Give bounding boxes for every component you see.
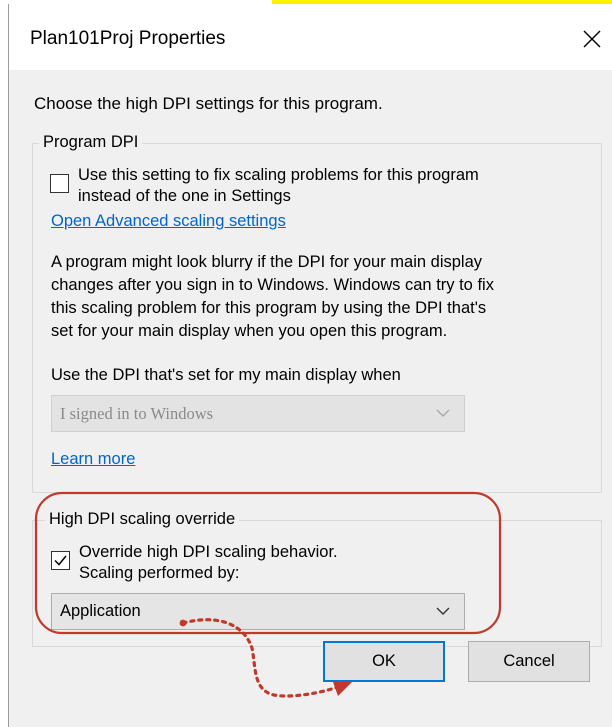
main-display-when-value: I signed in to Windows <box>60 404 214 423</box>
learn-more-link[interactable]: Learn more <box>51 450 135 469</box>
ok-button[interactable]: OK <box>323 641 445 682</box>
window-title: Plan101Proj Properties <box>30 28 226 49</box>
scaling-performed-by-select[interactable]: Application <box>51 593 465 630</box>
main-display-when-select[interactable]: I signed in to Windows <box>51 395 465 432</box>
program-dpi-legend: Program DPI <box>39 133 143 152</box>
override-checkbox[interactable] <box>51 551 70 570</box>
title-bar: Plan101Proj Properties <box>9 4 612 70</box>
dpi-explanation-line: set for your main display when you open … <box>51 322 448 340</box>
dpi-explanation-line: A program might look blurry if the DPI f… <box>51 253 483 271</box>
override-label-line2: Scaling performed by: <box>79 564 240 582</box>
fix-scaling-label-line1: Use this setting to fix scaling problems… <box>78 166 479 184</box>
dpi-explanation-line: this scaling problem for this program by… <box>51 299 487 317</box>
main-display-when-label: Use the DPI that's set for my main displ… <box>51 366 401 384</box>
close-icon <box>583 30 601 48</box>
checkmark-icon <box>54 555 67 566</box>
close-button[interactable] <box>575 22 609 56</box>
properties-dialog: Plan101Proj Properties Choose the high D… <box>8 4 612 727</box>
scaling-performed-by-value: Application <box>60 602 141 620</box>
advanced-scaling-link[interactable]: Open Advanced scaling settings <box>51 212 286 231</box>
override-legend: High DPI scaling override <box>45 510 240 529</box>
chevron-down-icon <box>436 607 450 615</box>
chevron-down-icon <box>436 409 450 417</box>
override-label-line1: Override high DPI scaling behavior. <box>79 543 338 561</box>
cancel-button[interactable]: Cancel <box>468 641 590 682</box>
intro-text: Choose the high DPI settings for this pr… <box>34 94 383 113</box>
fix-scaling-label-line2: instead of the one in Settings <box>78 187 291 205</box>
fix-scaling-checkbox[interactable] <box>50 174 69 193</box>
dpi-explanation-line: changes after you sign in to Windows. Wi… <box>51 276 494 294</box>
